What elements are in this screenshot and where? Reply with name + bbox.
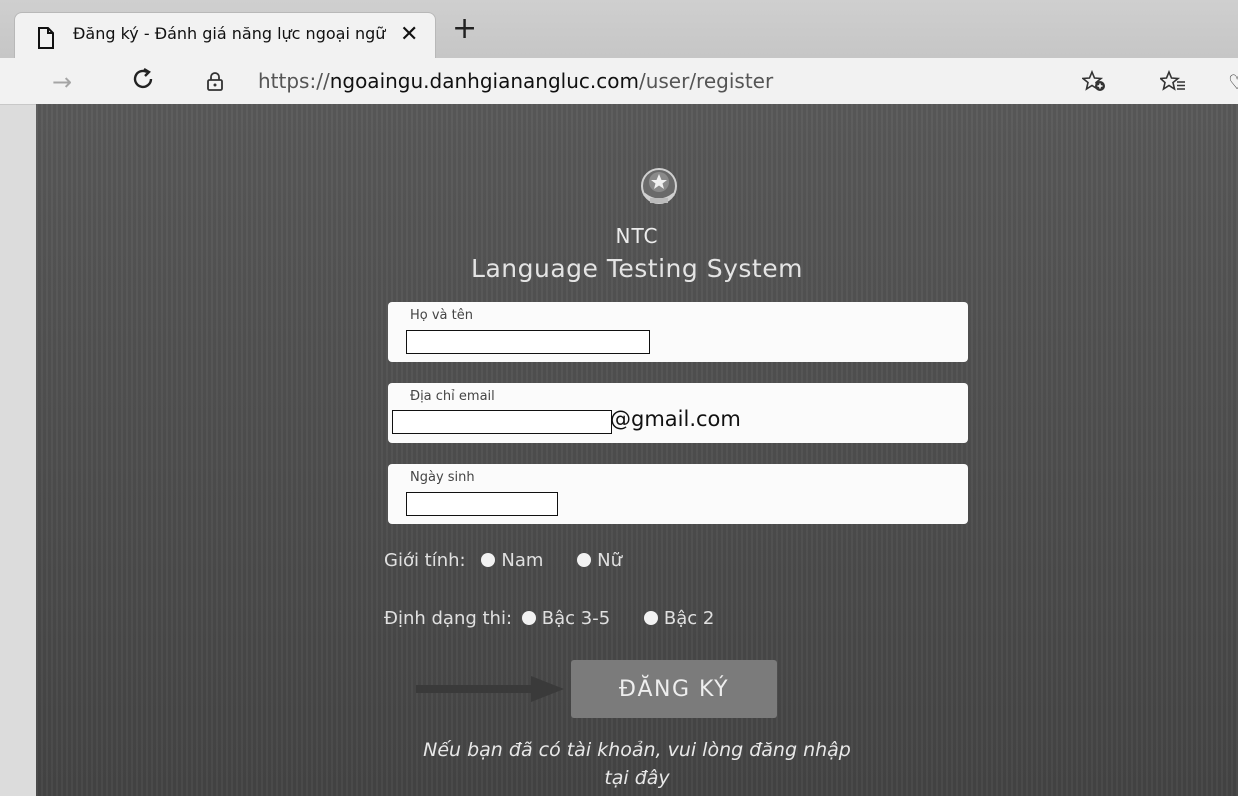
more-icon[interactable]: ♡ — [1228, 70, 1238, 94]
gender-option-label: Nam — [501, 550, 544, 571]
date-of-birth-input[interactable] — [406, 492, 558, 516]
login-note-text: Nếu bạn đã có tài khoản, vui lòng đăng n… — [423, 739, 851, 761]
lock-icon[interactable] — [205, 72, 225, 96]
url-path: /user/register — [638, 69, 774, 93]
email-suffix: @gmail.com — [610, 407, 741, 431]
date-of-birth-label: Ngày sinh — [410, 470, 475, 485]
gender-label: Giới tính: — [384, 550, 466, 571]
register-page: NTC Language Testing System Họ và tên Đị… — [36, 104, 1238, 796]
radio-dot-icon[interactable] — [577, 553, 592, 567]
pointer-arrow-icon — [416, 674, 566, 708]
exam-format-option-2[interactable]: Bậc 2 — [643, 608, 715, 629]
exam-format-label: Định dạng thi: — [384, 608, 513, 629]
refresh-icon[interactable] — [130, 66, 156, 96]
exam-format-row: Định dạng thi: Bậc 3-5 Bậc 2 — [384, 608, 732, 629]
new-tab-button[interactable]: + — [452, 14, 477, 44]
exam-format-option-3-5[interactable]: Bậc 3-5 — [521, 608, 611, 629]
gender-option-male[interactable]: Nam — [481, 550, 543, 571]
tab-close-icon[interactable]: ✕ — [400, 22, 418, 47]
radio-dot-icon[interactable] — [643, 611, 658, 625]
page-icon — [37, 27, 55, 53]
brand-subtitle: Language Testing System — [471, 254, 803, 283]
brand-title: NTC — [615, 224, 659, 248]
favorites-icon[interactable] — [1158, 69, 1186, 96]
radio-dot-icon[interactable] — [481, 553, 496, 567]
login-link[interactable]: tại đây — [36, 764, 1238, 792]
full-name-label: Họ và tên — [410, 308, 473, 323]
date-of-birth-field[interactable]: Ngày sinh — [388, 464, 968, 524]
email-field[interactable]: Địa chỉ email @gmail.com — [388, 383, 968, 443]
register-button[interactable]: ĐĂNG KÝ — [571, 660, 777, 718]
full-name-field[interactable]: Họ và tên — [388, 302, 968, 362]
email-input[interactable] — [392, 410, 612, 434]
url-field[interactable]: https://ngoaingu.danhgianangluc.com/user… — [258, 69, 773, 93]
gender-row: Giới tính: Nam Nữ — [384, 550, 640, 571]
full-name-input[interactable] — [406, 330, 650, 354]
address-bar: → https://ngoaingu.danhgianangluc.com/us… — [0, 58, 1238, 105]
exam-format-option-label: Bậc 2 — [663, 608, 715, 629]
browser-tab[interactable]: Đăng ký - Đánh giá năng lực ngoại ngữ ✕ — [14, 12, 436, 59]
favorite-add-icon[interactable] — [1080, 69, 1106, 96]
radio-dot-icon[interactable] — [521, 611, 536, 625]
email-label: Địa chỉ email — [410, 389, 495, 404]
forward-icon[interactable]: → — [52, 68, 72, 96]
exam-format-option-label: Bậc 3-5 — [541, 608, 611, 629]
browser-tab-strip: Đăng ký - Đánh giá năng lực ngoại ngữ ✕ … — [0, 0, 1238, 59]
login-note: Nếu bạn đã có tài khoản, vui lòng đăng n… — [36, 736, 1238, 792]
national-emblem-logo — [634, 164, 684, 214]
gender-option-female[interactable]: Nữ — [577, 550, 622, 571]
tab-title: Đăng ký - Đánh giá năng lực ngoại ngữ — [73, 24, 386, 43]
url-prefix: https:// — [258, 69, 330, 93]
gender-option-label: Nữ — [597, 550, 622, 571]
url-host: ngoaingu.danhgianangluc.com — [329, 69, 639, 93]
